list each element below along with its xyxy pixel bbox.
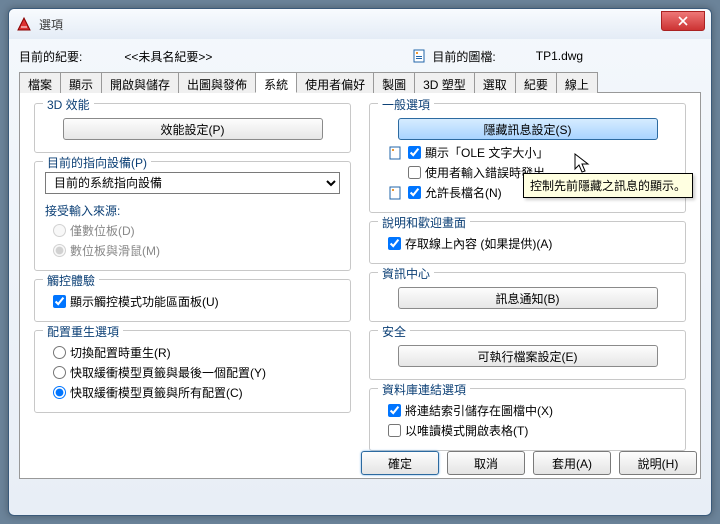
group-caption: 配置重生選項: [43, 323, 123, 340]
radio-cache-all[interactable]: [53, 386, 66, 399]
radio-row-cache-all[interactable]: 快取緩衝模型頁籤與所有配置(C): [45, 384, 340, 401]
check-row-readonly-table[interactable]: 以唯讀模式開啟表格(T): [380, 422, 675, 439]
group-info-center: 資訊中心 訊息通知(B): [369, 272, 686, 322]
checkbox-long-filename[interactable]: [408, 186, 421, 199]
apply-button[interactable]: 套用(A): [533, 451, 611, 475]
group-caption: 一般選項: [378, 96, 434, 113]
tab-3[interactable]: 出圖與發佈: [178, 72, 256, 93]
check-label: 顯示「OLE 文字大小」: [425, 144, 548, 161]
exe-settings-button[interactable]: 可執行檔案設定(E): [398, 345, 658, 367]
radio-row-cache-last[interactable]: 快取緩衝模型頁籤與最後一個配置(Y): [45, 364, 340, 381]
checkbox-store-link-index[interactable]: [388, 404, 401, 417]
cancel-button[interactable]: 取消: [447, 451, 525, 475]
tab-9[interactable]: 紀要: [515, 72, 557, 93]
message-notify-button[interactable]: 訊息通知(B): [398, 287, 658, 309]
check-label: 顯示觸控模式功能區面板(U): [70, 293, 219, 310]
radio-label: 數位板與滑鼠(M): [70, 242, 160, 259]
profile-name: <<未具名紀要>>: [124, 48, 212, 65]
radio-regen-switch[interactable]: [53, 346, 66, 359]
window-title: 選項: [39, 16, 63, 33]
tab-10[interactable]: 線上: [556, 72, 598, 93]
drawing-icon: [388, 185, 404, 201]
tab-4[interactable]: 系統: [255, 72, 297, 93]
check-label: 存取線上內容 (如果提供)(A): [405, 235, 552, 252]
check-label: 將連結索引儲存在圖檔中(X): [405, 402, 553, 419]
group-caption: 觸控體驗: [43, 272, 99, 289]
check-label: 允許長檔名(N): [425, 184, 502, 201]
tab-0[interactable]: 檔案: [19, 72, 61, 93]
group-3d-perf: 3D 效能 效能設定(P): [34, 103, 351, 153]
tab-2[interactable]: 開啟與儲存: [101, 72, 179, 93]
group-touch: 觸控體驗 顯示觸控模式功能區面板(U): [34, 279, 351, 322]
drawing-name: TP1.dwg: [536, 49, 583, 63]
dialog-footer: 確定 取消 套用(A) 說明(H): [361, 451, 697, 475]
checkbox-touch-panel[interactable]: [53, 295, 66, 308]
tab-7[interactable]: 3D 塑型: [414, 72, 475, 93]
check-row-ole-text[interactable]: 顯示「OLE 文字大小」: [380, 144, 675, 161]
sub-caption: 接受輸入來源:: [45, 202, 340, 219]
check-row-store-link-index[interactable]: 將連結索引儲存在圖檔中(X): [380, 402, 675, 419]
checkbox-ole-text[interactable]: [408, 146, 421, 159]
app-icon: [15, 15, 33, 33]
left-column: 3D 效能 效能設定(P) 目前的指向設備(P) 目前的系統指向設備 接受輸入來…: [34, 103, 351, 468]
tab-1[interactable]: 顯示: [60, 72, 102, 93]
radio-label: 快取緩衝模型頁籤與最後一個配置(Y): [70, 364, 266, 381]
radio-row-regen-switch[interactable]: 切換配置時重生(R): [45, 344, 340, 361]
group-caption: 說明和歡迎畫面: [378, 214, 470, 231]
group-caption: 安全: [378, 323, 410, 340]
check-label: 以唯讀模式開啟表格(T): [405, 422, 528, 439]
radio-label: 僅數位板(D): [70, 222, 135, 239]
checkbox-user-input-error[interactable]: [408, 166, 421, 179]
current-drawing-label: 目前的圖檔:: [432, 48, 495, 65]
top-info-row: 目前的紀要: <<未具名紀要>> 目前的圖檔: TP1.dwg: [19, 45, 701, 67]
group-layout-regen: 配置重生選項 切換配置時重生(R) 快取緩衝模型頁籤與最後一個配置(Y) 快取緩…: [34, 330, 351, 413]
tab-strip: 檔案顯示開啟與儲存出圖與發佈系統使用者偏好製圖3D 塑型選取紀要線上: [19, 71, 701, 93]
tab-8[interactable]: 選取: [474, 72, 516, 93]
radio-cache-last[interactable]: [53, 366, 66, 379]
group-caption: 目前的指向設備(P): [43, 154, 151, 171]
group-pointing-device: 目前的指向設備(P) 目前的系統指向設備 接受輸入來源: 僅數位板(D) 數位板…: [34, 161, 351, 271]
group-caption: 資訊中心: [378, 265, 434, 282]
group-security: 安全 可執行檔案設定(E): [369, 330, 686, 380]
ok-button[interactable]: 確定: [361, 451, 439, 475]
right-column: 一般選項 隱藏訊息設定(S) 顯示「OLE 文字大小」 使用者輸入錯誤時發出: [369, 103, 686, 468]
hidden-message-settings-button[interactable]: 隱藏訊息設定(S): [398, 118, 658, 140]
perf-settings-button[interactable]: 效能設定(P): [63, 118, 323, 140]
tab-body: 3D 效能 效能設定(P) 目前的指向設備(P) 目前的系統指向設備 接受輸入來…: [19, 93, 701, 479]
group-caption: 資料庫連結選項: [378, 381, 470, 398]
app-window: 選項 目前的紀要: <<未具名紀要>> 目前的圖檔: TP1.dwg 檔案顯示開…: [8, 8, 712, 516]
check-row-online-content[interactable]: 存取線上內容 (如果提供)(A): [380, 235, 675, 252]
titlebar: 選項: [9, 9, 711, 39]
radio-row-digitizer-only: 僅數位板(D): [45, 222, 340, 239]
radio-label: 快取緩衝模型頁籤與所有配置(C): [70, 384, 243, 401]
tab-6[interactable]: 製圖: [373, 72, 415, 93]
group-caption: 3D 效能: [43, 96, 94, 113]
tooltip: 控制先前隱藏之訊息的顯示。: [523, 173, 693, 198]
tab-5[interactable]: 使用者偏好: [296, 72, 374, 93]
drawing-icon: [412, 48, 428, 64]
check-row-touch-panel[interactable]: 顯示觸控模式功能區面板(U): [45, 293, 340, 310]
radio-digitizer-mouse: [53, 244, 66, 257]
group-dblink: 資料庫連結選項 將連結索引儲存在圖檔中(X) 以唯讀模式開啟表格(T): [369, 388, 686, 451]
radio-row-digitizer-mouse: 數位板與滑鼠(M): [45, 242, 340, 259]
pointing-device-select[interactable]: 目前的系統指向設備: [45, 172, 340, 194]
content-area: 目前的紀要: <<未具名紀要>> 目前的圖檔: TP1.dwg 檔案顯示開啟與儲…: [9, 39, 711, 485]
current-record-label: 目前的紀要:: [19, 48, 82, 65]
radio-digitizer-only: [53, 224, 66, 237]
radio-label: 切換配置時重生(R): [70, 344, 171, 361]
drawing-icon: [388, 145, 404, 161]
checkbox-online-content[interactable]: [388, 237, 401, 250]
group-help-welcome: 說明和歡迎畫面 存取線上內容 (如果提供)(A): [369, 221, 686, 264]
checkbox-readonly-table[interactable]: [388, 424, 401, 437]
help-button[interactable]: 說明(H): [619, 451, 697, 475]
close-button[interactable]: [661, 11, 705, 31]
